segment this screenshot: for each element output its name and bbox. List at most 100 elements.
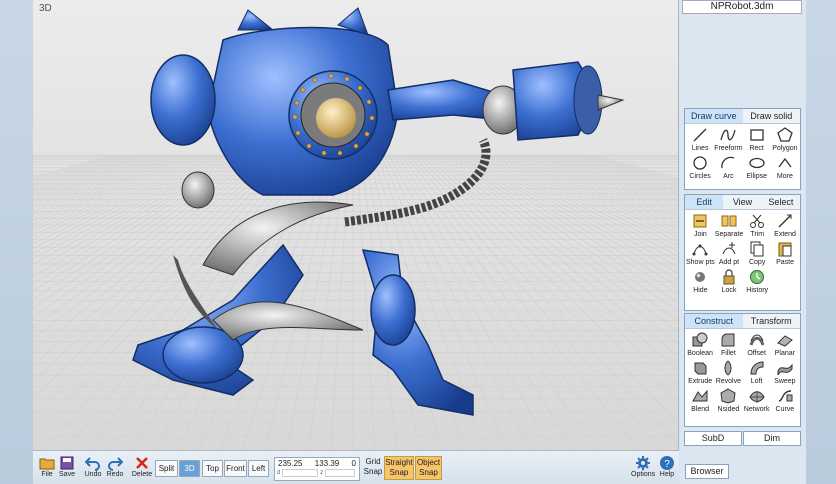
- tool-panel: NPRobot.3dm Draw curve Draw solid Lines …: [680, 0, 806, 484]
- show-points-icon: [692, 244, 708, 256]
- z-field[interactable]: [325, 469, 355, 477]
- tool-hide-label: Hide: [693, 287, 708, 294]
- tool-history[interactable]: History: [743, 268, 771, 294]
- tool-paste-label: Paste: [776, 259, 794, 266]
- tool-planar-label: Planar: [774, 350, 795, 357]
- tool-revolve-label: Revolve: [715, 378, 742, 385]
- subd-button[interactable]: SubD: [684, 431, 742, 446]
- tool-copy-label: Copy: [748, 259, 766, 266]
- view-top-button[interactable]: Top: [202, 460, 223, 477]
- tool-loft-label: Loft: [750, 378, 763, 385]
- tool-fillet[interactable]: Fillet: [714, 331, 742, 357]
- tool-curve[interactable]: Curve: [771, 387, 799, 413]
- tool-network[interactable]: Network: [743, 387, 771, 413]
- tab-view[interactable]: View: [723, 195, 762, 209]
- construct-group: Construct Transform Boolean Fillet Offse…: [684, 313, 801, 427]
- tool-blend-label: Blend: [691, 406, 710, 413]
- grid-snap-toggle[interactable]: Grid Snap: [362, 457, 384, 477]
- browser-button[interactable]: Browser: [685, 464, 729, 479]
- redo-button[interactable]: Redo: [103, 455, 127, 478]
- network-icon: [749, 391, 765, 403]
- tool-trim[interactable]: Trim: [743, 212, 771, 238]
- left-frame: [0, 0, 33, 484]
- tool-rect-label: Rect: [749, 145, 764, 152]
- tab-select[interactable]: Select: [761, 195, 800, 209]
- gear-icon: [636, 456, 651, 470]
- view-left-button[interactable]: Left: [248, 460, 269, 477]
- tab-construct[interactable]: Construct: [685, 314, 743, 328]
- save-button-label: Save: [59, 471, 75, 478]
- options-button-label: Options: [631, 471, 656, 478]
- tool-sweep[interactable]: Sweep: [771, 359, 799, 385]
- ellipse-icon: [749, 157, 765, 169]
- tool-ellipse[interactable]: Ellipse: [743, 154, 771, 180]
- tool-add-pt-label: Add pt: [718, 259, 740, 266]
- viewport-3d[interactable]: 3D: [33, 0, 679, 450]
- tool-paste[interactable]: Paste: [771, 240, 799, 266]
- tool-separate-label: Separate: [714, 231, 744, 238]
- tab-draw-curve[interactable]: Draw curve: [685, 109, 743, 123]
- tool-more-label: More: [776, 173, 793, 180]
- circle-icon: [693, 156, 707, 170]
- coord-z: 0: [351, 459, 356, 468]
- hide-icon: [695, 272, 706, 282]
- tool-extrude[interactable]: Extrude: [686, 359, 714, 385]
- tool-freeform[interactable]: Freeform: [714, 126, 743, 152]
- tool-more[interactable]: More: [771, 154, 799, 180]
- tool-offset[interactable]: Offset: [743, 331, 771, 357]
- view-front-button[interactable]: Front: [224, 460, 247, 477]
- arc-icon: [721, 156, 735, 169]
- tab-edit[interactable]: Edit: [685, 195, 724, 209]
- tool-nsided[interactable]: Nsided: [714, 387, 742, 413]
- undo-button-label: Undo: [84, 471, 102, 478]
- draw-group: Draw curve Draw solid Lines Freeform Rec…: [684, 108, 801, 190]
- tool-history-label: History: [746, 287, 769, 294]
- tab-draw-solid[interactable]: Draw solid: [742, 109, 800, 123]
- tool-rect[interactable]: Rect: [743, 126, 771, 152]
- tool-lines-label: Lines: [691, 145, 709, 152]
- tool-hide[interactable]: Hide: [686, 268, 715, 294]
- redo-icon: [108, 457, 123, 471]
- undo-button[interactable]: Undo: [81, 455, 105, 478]
- fillet-icon: [721, 333, 735, 347]
- tool-fillet-label: Fillet: [720, 350, 736, 357]
- dim-button[interactable]: Dim: [743, 431, 801, 446]
- distance-field[interactable]: [282, 469, 319, 477]
- straight-snap-toggle[interactable]: Straight Snap: [384, 456, 414, 480]
- nsided-icon: [720, 388, 736, 404]
- tool-revolve[interactable]: Revolve: [714, 359, 742, 385]
- tool-extend[interactable]: Extend: [771, 212, 799, 238]
- tool-arc[interactable]: Arc: [714, 154, 742, 180]
- delete-button[interactable]: Delete: [130, 455, 154, 478]
- tool-polygon[interactable]: Polygon: [771, 126, 799, 152]
- options-button[interactable]: Options: [631, 455, 655, 478]
- coordinate-readout[interactable]: 235.25 133.39 0 d z: [274, 457, 360, 481]
- object-snap-toggle[interactable]: Object Snap: [415, 456, 442, 480]
- tool-show-pts[interactable]: Show pts: [686, 240, 715, 266]
- tool-lock-label: Lock: [721, 287, 737, 294]
- view-split-button[interactable]: Split: [155, 460, 178, 477]
- tool-boolean[interactable]: Boolean: [686, 331, 714, 357]
- tool-network-label: Network: [743, 406, 770, 413]
- blend-icon: [692, 389, 708, 402]
- boolean-icon: [692, 332, 708, 347]
- right-frame: [806, 0, 836, 484]
- tool-planar[interactable]: Planar: [771, 331, 799, 357]
- edit-group: Edit View Select Join Separate Trim Exte…: [684, 194, 801, 311]
- help-button[interactable]: ? Help: [659, 455, 675, 478]
- tool-circles[interactable]: Circles: [686, 154, 714, 180]
- tool-separate[interactable]: Separate: [715, 212, 743, 238]
- tool-lock[interactable]: Lock: [715, 268, 743, 294]
- tab-transform[interactable]: Transform: [742, 314, 800, 328]
- tool-join[interactable]: Join: [686, 212, 715, 238]
- tool-copy[interactable]: Copy: [743, 240, 771, 266]
- tool-loft[interactable]: Loft: [743, 359, 771, 385]
- tool-lines[interactable]: Lines: [686, 126, 714, 152]
- object-snap-label-1: Object: [416, 458, 441, 467]
- tool-offset-label: Offset: [747, 350, 766, 357]
- save-button[interactable]: Save: [55, 455, 79, 478]
- view-3d-button[interactable]: 3D: [179, 460, 200, 477]
- tool-add-pt[interactable]: Add pt: [715, 240, 743, 266]
- help-icon: ?: [660, 456, 674, 470]
- tool-blend[interactable]: Blend: [686, 387, 714, 413]
